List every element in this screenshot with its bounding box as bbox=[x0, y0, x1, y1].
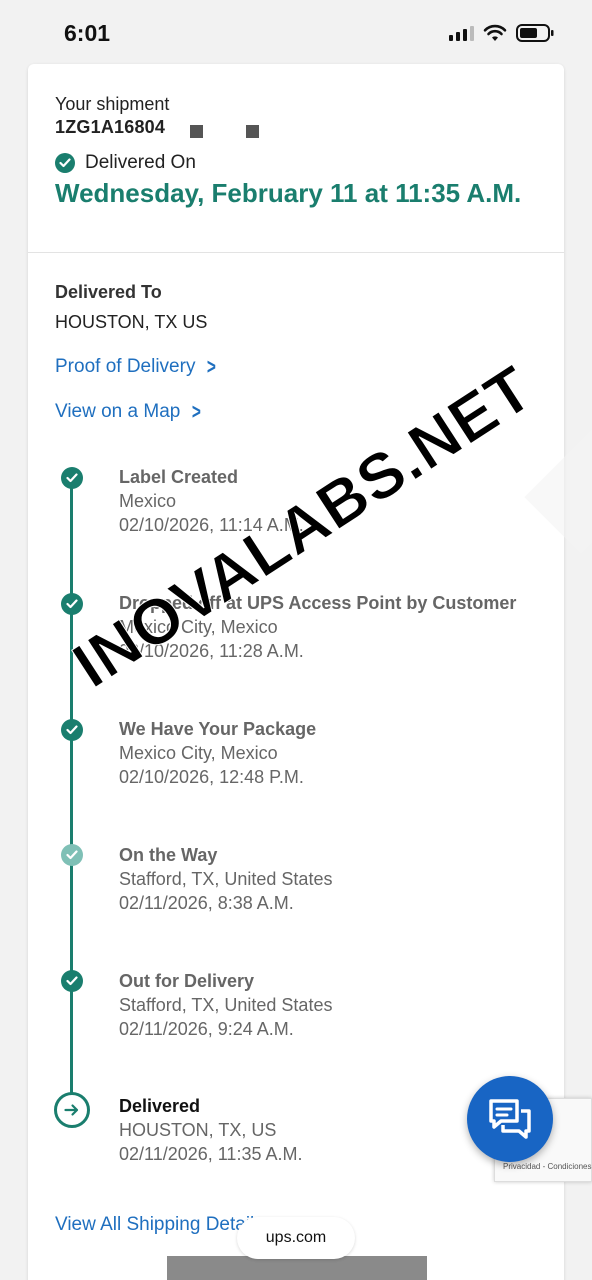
view-on-map-label: View on a Map bbox=[55, 401, 181, 422]
wifi-icon bbox=[483, 24, 507, 41]
redaction-mark bbox=[246, 125, 259, 138]
check-circle-icon bbox=[61, 970, 83, 992]
check-circle-icon bbox=[55, 153, 75, 173]
status-time: 6:01 bbox=[64, 20, 111, 46]
status-bar: 6:01 bbox=[0, 0, 592, 64]
event-title: On the Way bbox=[119, 845, 218, 865]
signal-icon bbox=[449, 25, 474, 41]
timeline-event: On the Way Stafford, TX, United States 0… bbox=[119, 843, 332, 915]
event-datetime: 02/11/2026, 11:35 A.M. bbox=[119, 1144, 303, 1164]
delivered-to-value: HOUSTON, TX US bbox=[55, 312, 208, 332]
event-datetime: 02/11/2026, 8:38 A.M. bbox=[119, 893, 294, 913]
map-thumbnail bbox=[167, 1256, 427, 1280]
arrow-right-circle-icon bbox=[54, 1092, 90, 1128]
proof-of-delivery-label: Proof of Delivery bbox=[55, 356, 196, 377]
view-on-map-link[interactable]: View on a Map > bbox=[55, 401, 203, 423]
event-location: Stafford, TX, United States bbox=[119, 869, 333, 889]
chevron-right-icon: > bbox=[207, 354, 217, 379]
timeline-event: We Have Your Package Mexico City, Mexico… bbox=[119, 717, 316, 789]
check-circle-icon bbox=[61, 844, 83, 866]
status-icons bbox=[449, 24, 554, 42]
redaction-mark bbox=[190, 125, 203, 138]
proof-of-delivery-link[interactable]: Proof of Delivery > bbox=[55, 356, 218, 378]
check-circle-icon bbox=[61, 719, 83, 741]
shipment-heading: Your shipment bbox=[55, 94, 170, 114]
event-location: Stafford, TX, United States bbox=[119, 995, 333, 1015]
event-title: Delivered bbox=[119, 1096, 201, 1116]
battery-icon bbox=[516, 24, 554, 42]
recaptcha-text: Privacidad - Condiciones bbox=[503, 1162, 592, 1171]
event-datetime: 02/11/2026, 9:24 A.M. bbox=[119, 1019, 294, 1039]
delivered-to-label: Delivered To bbox=[55, 282, 162, 302]
event-location: HOUSTON, TX, US bbox=[119, 1120, 277, 1140]
timeline-event: Out for Delivery Stafford, TX, United St… bbox=[119, 969, 332, 1041]
chevron-right-icon: > bbox=[192, 399, 202, 424]
delivery-status: Delivered On bbox=[55, 152, 196, 174]
shipment-header: Your shipment 1ZG1A16804 Delivered On We… bbox=[28, 64, 564, 253]
event-title: Label Created bbox=[119, 467, 239, 487]
delivery-status-label: Delivered On bbox=[85, 152, 196, 173]
chat-icon bbox=[489, 1099, 531, 1139]
event-datetime: 02/10/2026, 12:48 P.M. bbox=[119, 767, 304, 787]
event-location: Mexico City, Mexico bbox=[119, 743, 278, 763]
view-all-shipping-details-link[interactable]: View All Shipping Details bbox=[55, 1214, 264, 1236]
tracking-number: 1ZG1A16804 bbox=[55, 117, 166, 137]
chat-button[interactable] bbox=[467, 1076, 553, 1162]
browser-url-pill[interactable]: ups.com bbox=[237, 1217, 355, 1259]
event-title: Out for Delivery bbox=[119, 971, 255, 991]
check-circle-icon bbox=[61, 593, 83, 615]
timeline-line bbox=[70, 474, 73, 1112]
timeline-event: Delivered HOUSTON, TX, US 02/11/2026, 11… bbox=[119, 1094, 302, 1166]
event-title: We Have Your Package bbox=[119, 719, 317, 739]
check-circle-icon bbox=[61, 467, 83, 489]
delivered-date: Wednesday, February 11 at 11:35 A.M. bbox=[55, 178, 522, 208]
